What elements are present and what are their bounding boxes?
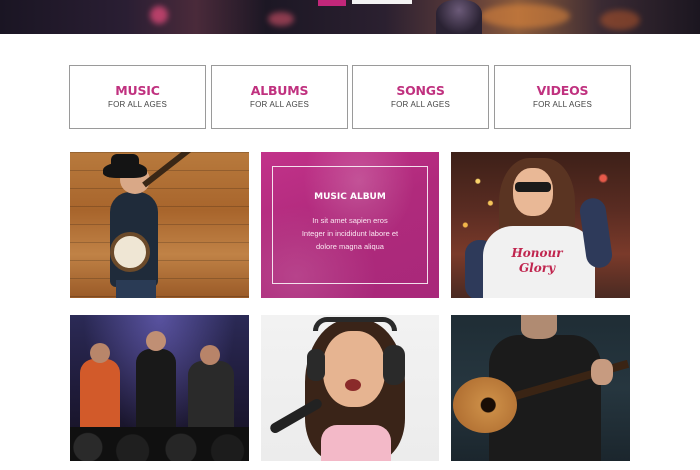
category-nav: MUSIC FOR ALL AGES ALBUMS FOR ALL AGES S… xyxy=(69,65,631,129)
hero-accent-block xyxy=(352,0,412,4)
stage-light xyxy=(268,12,294,26)
mouth xyxy=(345,379,361,391)
category-videos-box[interactable]: VIDEOS FOR ALL AGES xyxy=(494,65,631,129)
hand xyxy=(591,359,613,385)
album-card-text: In sit amet sapien eros Integer in incid… xyxy=(289,214,411,253)
category-subtitle: FOR ALL AGES xyxy=(390,100,451,109)
top xyxy=(321,425,391,461)
category-songs-box[interactable]: SONGS FOR ALL AGES xyxy=(352,65,489,129)
gallery-tile-banjo-player[interactable] xyxy=(70,152,249,298)
headphones-icon xyxy=(307,349,325,381)
tshirt-print: Honour Glory xyxy=(501,246,573,280)
sunglasses xyxy=(515,182,551,192)
hero-banner-strip xyxy=(0,0,700,34)
category-title: VIDEOS xyxy=(536,83,589,98)
album-card-title: MUSIC ALBUM xyxy=(314,192,386,202)
hero-accent-block xyxy=(318,0,346,6)
tshirt-print-line: Glory xyxy=(518,261,556,275)
musician-legs xyxy=(116,280,156,298)
gallery-tile-singer-headphones[interactable] xyxy=(261,315,439,461)
music-album-card[interactable]: MUSIC ALBUM In sit amet sapien eros Inte… xyxy=(261,152,439,298)
band-member-head xyxy=(200,345,220,365)
tshirt-print-line: Honour xyxy=(511,246,563,260)
category-music-box[interactable]: MUSIC FOR ALL AGES xyxy=(69,65,206,129)
category-title: ALBUMS xyxy=(250,83,309,98)
guitar-icon xyxy=(453,377,517,433)
crowd-silhouette xyxy=(70,427,249,461)
band-member xyxy=(188,361,234,433)
category-subtitle: FOR ALL AGES xyxy=(532,100,593,109)
banjo-neck xyxy=(142,152,209,188)
gallery-tile-band-concert[interactable] xyxy=(70,315,249,461)
category-albums-box[interactable]: ALBUMS FOR ALL AGES xyxy=(211,65,348,129)
gallery-tile-girl-tshirt[interactable]: Honour Glory xyxy=(451,152,630,298)
gallery-tile-guitar-player[interactable] xyxy=(451,315,630,461)
stage-light xyxy=(480,4,570,28)
category-subtitle: FOR ALL AGES xyxy=(249,100,310,109)
album-card-line: In sit amet sapien eros xyxy=(312,216,388,225)
stage-light xyxy=(150,6,168,24)
category-title: SONGS xyxy=(396,83,445,98)
face xyxy=(323,331,385,407)
band-member-head xyxy=(146,331,166,351)
album-card-line: dolore magna aliqua xyxy=(316,242,384,251)
category-title: MUSIC xyxy=(115,83,160,98)
face xyxy=(513,168,553,216)
guitarist-chin xyxy=(521,315,557,339)
band-member-head xyxy=(90,343,110,363)
band-member xyxy=(80,359,120,431)
headphones-icon xyxy=(383,345,405,385)
headphones-band-icon xyxy=(313,317,397,331)
hat-crown xyxy=(111,154,139,170)
band-member xyxy=(136,349,176,433)
banjo-drum xyxy=(110,232,150,272)
album-card-line: Integer in incididunt labore et xyxy=(301,229,399,238)
hero-performer-silhouette xyxy=(436,0,482,34)
stage-light xyxy=(600,10,640,30)
category-subtitle: FOR ALL AGES xyxy=(107,100,168,109)
